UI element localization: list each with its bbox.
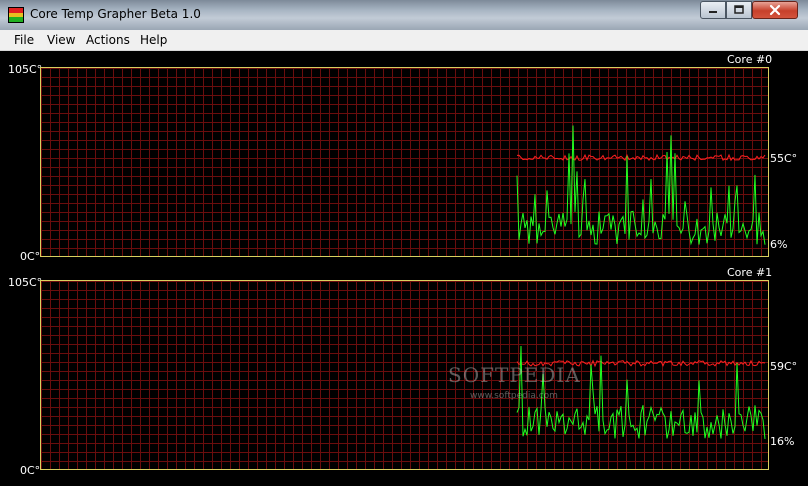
core-0-ymax-label: 105C°	[8, 63, 43, 76]
menu-help[interactable]: Help	[134, 32, 173, 48]
core-0-ymin-label: 0C°	[20, 250, 41, 263]
minimize-button[interactable]	[700, 1, 726, 19]
core-1-label: Core #1	[727, 266, 773, 279]
core-0-graph	[40, 67, 769, 257]
app-icon	[8, 7, 24, 23]
menu-actions[interactable]: Actions	[80, 32, 136, 48]
maximize-icon	[734, 5, 744, 14]
core-0-series	[516, 125, 766, 246]
core-1-temp-value: 59C°	[770, 360, 798, 373]
watermark-logo: SOFTPEDIA	[448, 363, 581, 387]
core-1-ymax-label: 105C°	[8, 276, 43, 289]
graph-area: Core #0 105C° 0C° 55C° 6% Core #1 105C° …	[0, 51, 808, 486]
close-icon	[769, 4, 781, 16]
core-1-series	[516, 345, 766, 439]
menu-view[interactable]: View	[41, 32, 81, 48]
menu-bar: File View Actions Help	[0, 30, 808, 51]
menu-file[interactable]: File	[8, 32, 40, 48]
core-1-load-value: 16%	[770, 435, 795, 448]
core-0-load-value: 6%	[770, 238, 788, 251]
core-0-load-line	[516, 125, 766, 246]
title-bar[interactable]: Core Temp Grapher Beta 1.0	[0, 0, 808, 31]
close-button[interactable]	[752, 1, 798, 19]
core-0-temperature-line	[516, 153, 766, 162]
minimize-icon	[709, 11, 717, 13]
core-1-graph	[40, 280, 769, 470]
watermark-url: www.softpedia.com	[470, 391, 558, 401]
maximize-button[interactable]	[726, 1, 752, 19]
core-0-temp-value: 55C°	[770, 152, 798, 165]
core-0-label: Core #0	[727, 53, 773, 66]
window-title: Core Temp Grapher Beta 1.0	[30, 7, 201, 21]
core-1-ymin-label: 0C°	[20, 464, 41, 477]
